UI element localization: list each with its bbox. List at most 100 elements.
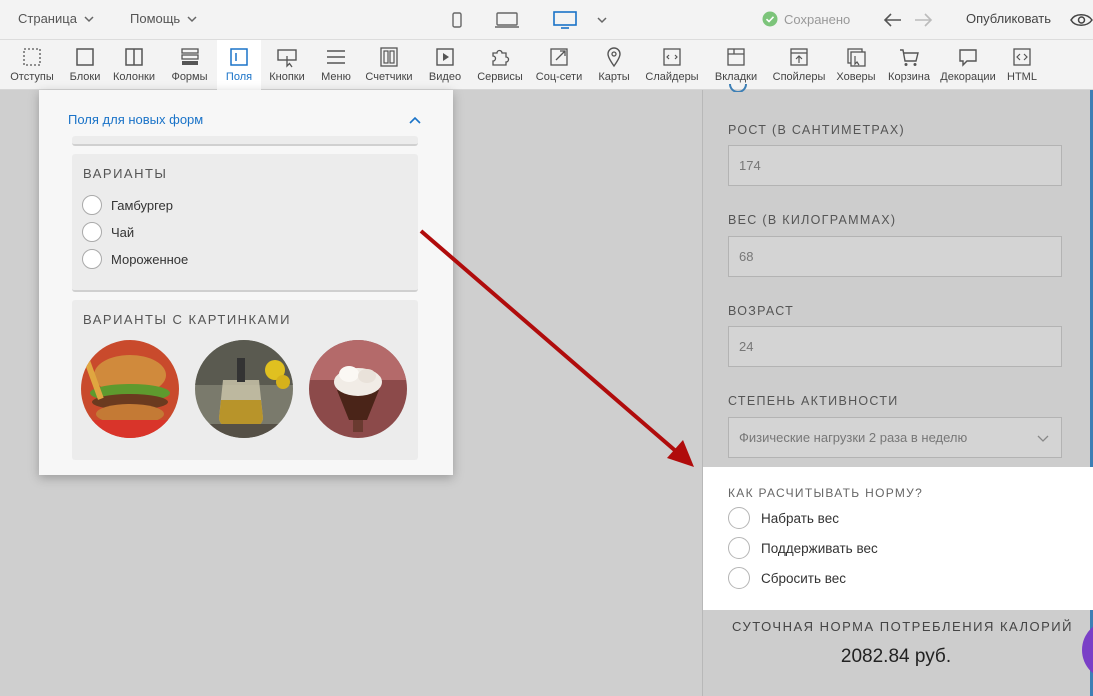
norm-option-label: Сбросить вес bbox=[761, 570, 847, 586]
publish-button[interactable]: Опубликовать bbox=[966, 11, 1051, 26]
tool-columns[interactable]: Колонки bbox=[106, 40, 162, 90]
puzzle-icon bbox=[492, 49, 510, 66]
age-input[interactable]: 24 bbox=[728, 326, 1062, 367]
tool-menu[interactable]: Меню bbox=[313, 40, 359, 90]
variant-label: Чай bbox=[111, 224, 135, 240]
tool-label: Спойлеры bbox=[772, 71, 826, 83]
activity-label: СТЕПЕНЬ АКТИВНОСТИ bbox=[728, 394, 899, 408]
tool-decorations[interactable]: Декорации bbox=[937, 40, 999, 90]
tool-label: Кнопки bbox=[269, 71, 305, 83]
tool-label: Вкладки bbox=[714, 71, 758, 83]
radio-button[interactable] bbox=[82, 249, 102, 269]
tool-hovers[interactable]: Ховеры bbox=[831, 40, 881, 90]
variant-option[interactable]: Мороженное bbox=[82, 249, 188, 269]
tool-counters[interactable]: Счетчики bbox=[359, 40, 419, 90]
tool-label: Слайдеры bbox=[645, 71, 699, 83]
saved-status-label: Сохранено bbox=[784, 11, 851, 27]
weight-label: ВЕС (В КИЛОГРАММАХ) bbox=[728, 213, 897, 227]
radio-button[interactable] bbox=[82, 222, 102, 242]
tool-blocks[interactable]: Блоки bbox=[64, 40, 106, 90]
chevron-down-icon[interactable] bbox=[596, 14, 608, 26]
tool-label: Декорации bbox=[940, 71, 996, 83]
map-pin-icon bbox=[607, 47, 621, 68]
tool-spoilers[interactable]: Спойлеры bbox=[767, 40, 831, 90]
tea-image[interactable] bbox=[195, 340, 293, 438]
chevron-down-icon bbox=[84, 15, 94, 22]
ice-cream-image[interactable] bbox=[309, 340, 407, 438]
tool-video[interactable]: Видео bbox=[419, 40, 471, 90]
tool-padding[interactable]: Отступы bbox=[0, 40, 64, 90]
padding-icon bbox=[23, 48, 41, 66]
desktop-view-icon[interactable] bbox=[552, 10, 578, 30]
norm-option-lose[interactable]: Сбросить вес bbox=[728, 567, 846, 589]
weight-input[interactable]: 68 bbox=[728, 236, 1062, 277]
share-icon bbox=[550, 48, 568, 66]
height-input[interactable]: 174 bbox=[728, 145, 1062, 186]
norm-option-label: Набрать вес bbox=[761, 510, 839, 526]
tea-picture bbox=[195, 340, 293, 438]
tool-label: Соц-сети bbox=[535, 71, 583, 83]
tool-tabs[interactable]: Вкладки bbox=[705, 40, 767, 90]
hover-icon bbox=[847, 48, 866, 67]
variant-option[interactable]: Чай bbox=[82, 222, 134, 242]
hamburger-image[interactable] bbox=[81, 340, 179, 438]
hamburger-picture bbox=[81, 340, 179, 438]
panel-header[interactable]: Поля для новых форм bbox=[68, 112, 203, 127]
tool-maps[interactable]: Карты bbox=[589, 40, 639, 90]
chevron-down-icon bbox=[1037, 435, 1049, 442]
tool-services[interactable]: Сервисы bbox=[471, 40, 529, 90]
ice-cream-picture bbox=[309, 340, 407, 438]
card-title: ВАРИАНТЫ С КАРТИНКАМИ bbox=[83, 312, 291, 327]
tool-social[interactable]: Соц-сети bbox=[529, 40, 589, 90]
redo-icon[interactable] bbox=[913, 11, 933, 29]
fields-panel: Поля для новых форм ВАРИАНТЫ Гамбургер Ч… bbox=[39, 90, 453, 475]
tool-label: Счетчики bbox=[365, 71, 413, 83]
tool-label: Формы bbox=[171, 71, 208, 83]
tabs-icon bbox=[727, 48, 745, 66]
radio-button[interactable] bbox=[728, 567, 750, 589]
field-card-picture-variants[interactable]: ВАРИАНТЫ С КАРТИНКАМИ bbox=[72, 300, 418, 460]
menu-icon bbox=[327, 50, 345, 64]
radio-button[interactable] bbox=[728, 507, 750, 529]
chevron-up-icon[interactable] bbox=[407, 112, 423, 128]
norm-option-maintain[interactable]: Поддерживать вес bbox=[728, 537, 878, 559]
undo-icon[interactable] bbox=[883, 11, 903, 29]
norm-option-gain[interactable]: Набрать вес bbox=[728, 507, 839, 529]
norm-option-label: Поддерживать вес bbox=[761, 540, 878, 556]
tool-label: Отступы bbox=[10, 71, 54, 83]
preview-eye-icon[interactable] bbox=[1070, 11, 1093, 29]
tablet-view-icon[interactable] bbox=[494, 10, 520, 30]
button-icon bbox=[277, 49, 297, 68]
tool-label: Сервисы bbox=[477, 71, 523, 83]
block-icon bbox=[76, 48, 94, 66]
check-circle-icon bbox=[762, 11, 778, 27]
top-bar: Страница Помощь Сохранено Опубликовать bbox=[0, 0, 1093, 40]
element-toolbar: Отступы Блоки Колонки Формы Поля Кнопки … bbox=[0, 40, 1093, 90]
radio-button[interactable] bbox=[728, 537, 750, 559]
variant-option[interactable]: Гамбургер bbox=[82, 195, 173, 215]
activity-select[interactable]: Физические нагрузки 2 раза в неделю bbox=[728, 417, 1062, 458]
radio-button[interactable] bbox=[82, 195, 102, 215]
age-label: ВОЗРАСТ bbox=[728, 304, 795, 318]
tool-html[interactable]: HTML bbox=[999, 40, 1045, 90]
tool-fields[interactable]: Поля bbox=[217, 40, 261, 90]
tool-sliders[interactable]: Слайдеры bbox=[639, 40, 705, 90]
activity-select-value: Физические нагрузки 2 раза в неделю bbox=[739, 430, 968, 445]
help-menu[interactable]: Помощь bbox=[130, 11, 198, 26]
tool-label: Ховеры bbox=[836, 71, 876, 83]
tool-label: Колонки bbox=[113, 71, 155, 83]
tool-cart[interactable]: Корзина bbox=[881, 40, 937, 90]
variant-label: Мороженное bbox=[111, 251, 189, 267]
tool-buttons[interactable]: Кнопки bbox=[261, 40, 313, 90]
height-label: РОСТ (В САНТИМЕТРАХ) bbox=[728, 123, 905, 137]
tool-forms[interactable]: Формы bbox=[162, 40, 217, 90]
video-icon bbox=[436, 48, 454, 66]
field-card-variants[interactable]: ВАРИАНТЫ Гамбургер Чай Мороженное bbox=[72, 154, 418, 292]
daily-calorie-value: 2082.84 руб. bbox=[840, 646, 952, 667]
mobile-view-icon[interactable] bbox=[450, 10, 464, 30]
tool-label: Корзина bbox=[888, 71, 930, 83]
page-menu[interactable]: Страница bbox=[18, 11, 95, 26]
tool-label: Блоки bbox=[69, 71, 101, 83]
field-card-fragment[interactable] bbox=[72, 136, 418, 146]
variant-label: Гамбургер bbox=[111, 197, 173, 213]
